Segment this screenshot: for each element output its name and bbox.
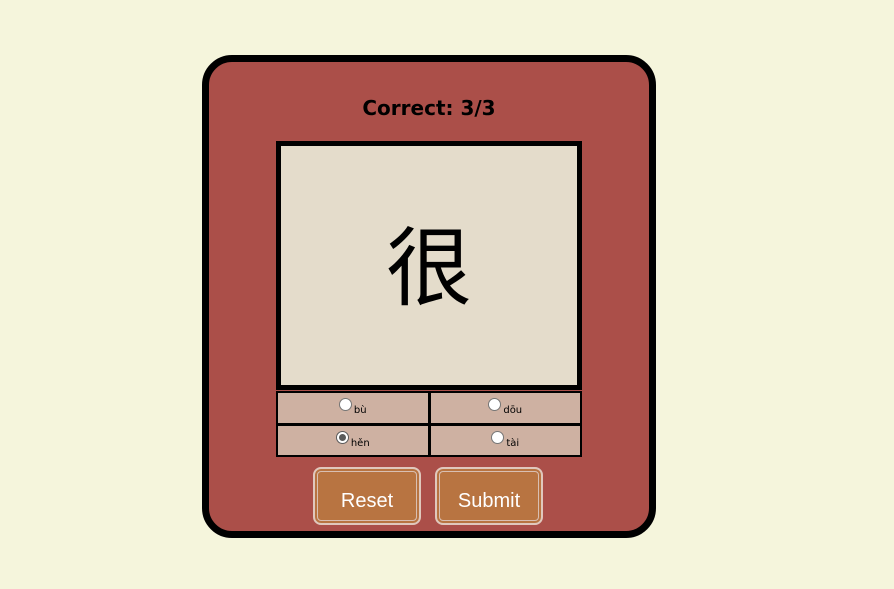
submit-button[interactable]: Submit <box>435 467 543 525</box>
radio-button-hen[interactable] <box>335 430 349 444</box>
radio-button-tai[interactable] <box>491 430 505 444</box>
option-hen[interactable]: hěn <box>278 425 428 455</box>
score-display: Correct: 3/3 <box>362 96 496 120</box>
option-label: bù <box>353 405 367 417</box>
radio-button-bu[interactable] <box>338 398 352 412</box>
radio-button-dou[interactable] <box>488 398 502 412</box>
option-tai[interactable]: tài <box>430 425 580 455</box>
option-label: dōu <box>503 405 523 417</box>
reset-button[interactable]: Reset <box>313 467 421 525</box>
quiz-card: Correct: 3/3 很 bù dōu hěn tài Reset Subm… <box>202 55 656 538</box>
option-dou[interactable]: dōu <box>430 393 580 423</box>
hanzi-character: 很 <box>386 218 472 319</box>
option-label: hěn <box>350 437 370 449</box>
answer-options: bù dōu hěn tài <box>276 391 582 457</box>
option-label: tài <box>506 437 520 449</box>
option-bu[interactable]: bù <box>278 393 428 423</box>
character-display: 很 <box>276 141 582 390</box>
